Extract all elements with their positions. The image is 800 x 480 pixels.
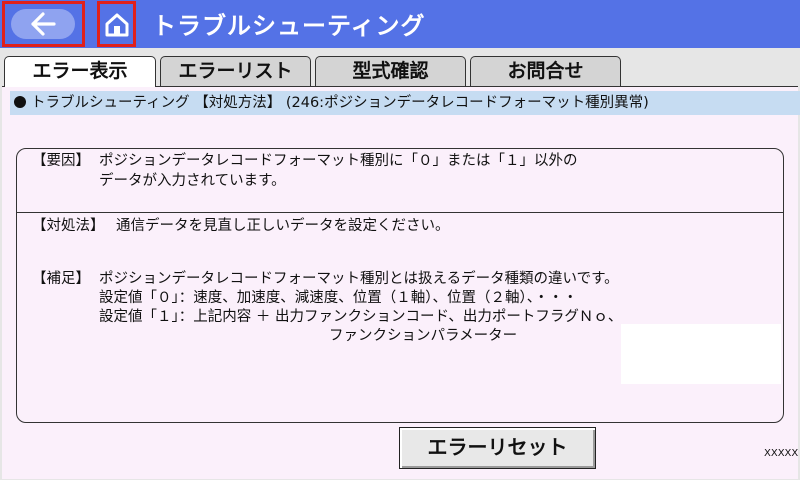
tab-error-display[interactable]: エラー表示 (4, 56, 156, 87)
home-icon (105, 13, 129, 37)
back-button[interactable] (2, 1, 85, 47)
cause-line-1: ポジションデータレコードフォーマット種別に「０」または「１」以外の (99, 153, 578, 169)
remedy-text: 通信データを見直し正しいデータを設定ください。 (116, 218, 450, 234)
supplement-line-2: 設定値「０」：速度、加速度、減速度、位置（１軸）、位置（２軸）、・・・ (99, 290, 578, 306)
blank-area (621, 324, 781, 384)
page-title: トラブルシューティング (152, 12, 426, 40)
cause-label: 【要因】 (32, 153, 90, 169)
remedy-label: 【対処法】 (32, 218, 105, 234)
home-button[interactable] (97, 1, 136, 47)
tab-model-check[interactable]: 型式確認 (315, 56, 466, 86)
divider (17, 212, 783, 213)
status-code: XXXXX (764, 448, 799, 459)
bullet-icon (14, 96, 26, 108)
supplement-label: 【補足】 (32, 271, 90, 287)
arrow-left-icon (31, 12, 56, 36)
supplement-line-4: ファンクションパラメーター (329, 328, 518, 344)
supplement-line-3: 設定値「１」：上記内容 ＋ 出力ファンクションコード、出力ポートフラグＮｏ、 (99, 309, 623, 325)
info-bar-text: トラブルシューティング 【対処方法】 (246:ポジションデータレコードフォーマ… (31, 95, 649, 111)
tab-error-list[interactable]: エラーリスト (160, 56, 311, 86)
title-bar: トラブルシューティング (0, 0, 800, 48)
supplement-line-1: ポジションデータレコードフォーマット種別とは扱えるデータ種類の違いです。 (99, 271, 619, 287)
cause-line-2: データが入力されています。 (99, 173, 286, 189)
tab-inquiry[interactable]: お問合せ (470, 56, 621, 86)
error-reset-button[interactable]: エラーリセット (399, 427, 596, 469)
info-bar: トラブルシューティング 【対処方法】 (246:ポジションデータレコードフォーマ… (10, 91, 800, 115)
